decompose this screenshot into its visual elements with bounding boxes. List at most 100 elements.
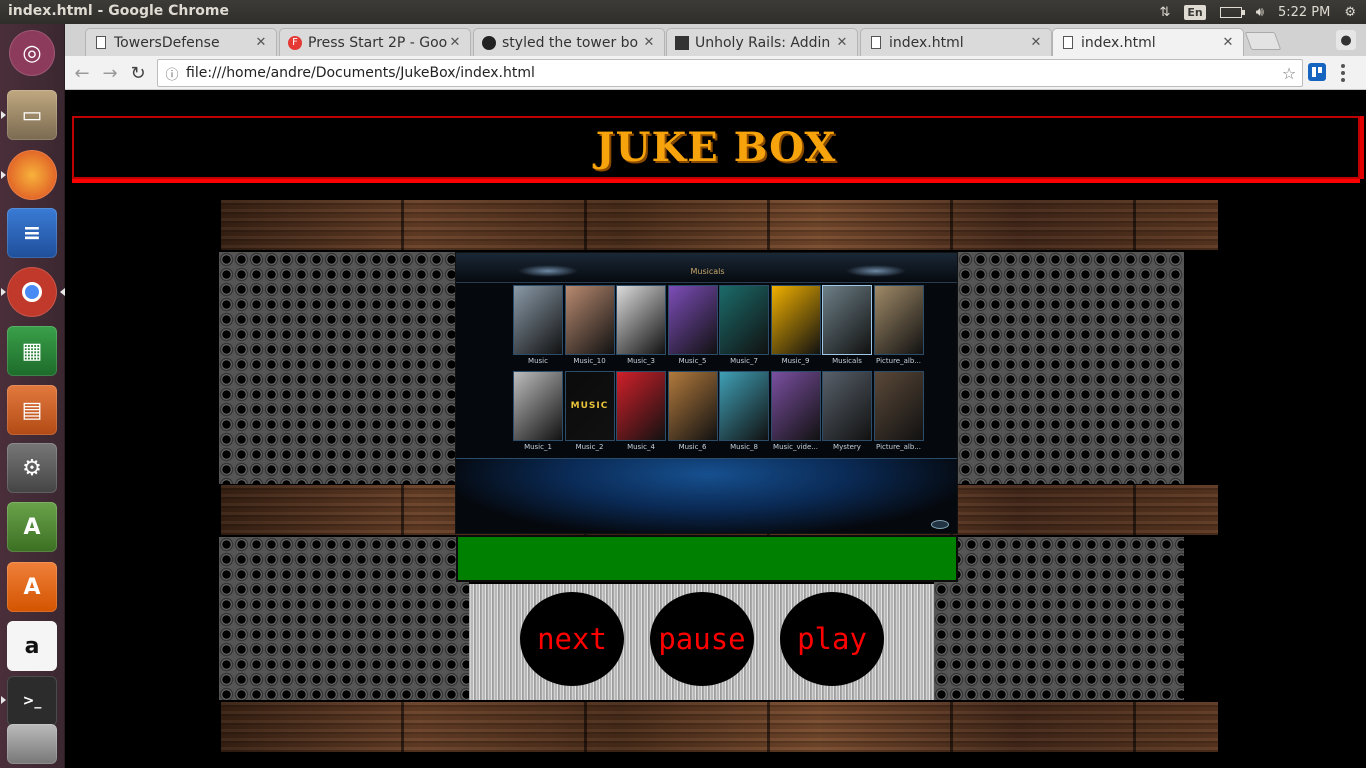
ubuntu-dash-icon[interactable]: ◎ — [9, 30, 55, 76]
chrome-icon[interactable] — [7, 267, 57, 317]
chrome-menu-button[interactable] — [1337, 62, 1349, 84]
forward-button[interactable]: → — [99, 62, 121, 84]
screen-header: Musicals — [456, 253, 957, 283]
play-button[interactable]: play — [780, 592, 884, 686]
running-indicator — [1, 171, 6, 179]
reload-button[interactable]: ↻ — [127, 62, 149, 84]
close-icon[interactable]: ✕ — [1221, 35, 1235, 50]
page-title: JUKE BOX — [595, 124, 837, 171]
speaker-grille-right-top — [958, 252, 1184, 484]
info-icon[interactable]: ⓘ — [158, 64, 186, 83]
tab-unholy-rails[interactable]: Unholy Rails: Addin ✕ — [666, 28, 858, 56]
album-cover — [770, 371, 821, 441]
writer-icon[interactable]: ≡ — [7, 208, 57, 258]
tab-towersdefense[interactable]: TowersDefense ✕ — [85, 28, 277, 56]
github-icon — [482, 35, 496, 50]
album-tile[interactable]: Picture_alb... — [873, 285, 924, 365]
album-cover — [616, 285, 666, 355]
pause-button[interactable]: pause — [650, 592, 754, 686]
album-cover — [513, 371, 563, 441]
document-icon — [1061, 36, 1075, 50]
album-caption: Picture_alb... — [876, 443, 921, 451]
software-updater-icon[interactable]: A — [7, 502, 57, 552]
album-tile[interactable]: Music_4 — [616, 371, 666, 451]
album-tile[interactable]: Music_vide... — [770, 371, 821, 451]
system-tray: ⇅ En 🔊︎ 5:22 PM ⚙ — [1159, 2, 1356, 22]
album-caption: Music_5 — [678, 357, 707, 365]
album-tile[interactable]: Music_3 — [616, 285, 666, 365]
terminal-icon[interactable]: >_ — [7, 676, 57, 726]
album-caption: Music_6 — [678, 443, 707, 451]
album-caption: Music_10 — [573, 357, 606, 365]
tab-index-1[interactable]: index.html ✕ — [860, 28, 1052, 56]
wood-plank-top — [221, 200, 1218, 250]
settings-icon[interactable]: ⚙ — [7, 443, 57, 493]
album-tile[interactable]: Music_6 — [667, 371, 718, 451]
album-tile[interactable]: Music_9 — [770, 285, 821, 365]
album-cover — [822, 285, 872, 355]
url-text[interactable]: file:///home/andre/Documents/JukeBox/ind… — [186, 65, 1276, 81]
speaker-grille-left-bottom — [219, 537, 469, 700]
back-button[interactable]: ← — [71, 62, 93, 84]
document-icon — [94, 36, 108, 50]
album-tile[interactable]: Music_7 — [719, 285, 769, 365]
album-tile[interactable]: Music_5 — [667, 285, 718, 365]
close-icon[interactable]: ✕ — [835, 35, 849, 50]
new-tab-button[interactable] — [1244, 32, 1282, 50]
album-tile[interactable]: Musicals — [822, 285, 872, 365]
power-gear-icon[interactable]: ⚙ — [1344, 5, 1356, 20]
profile-icon[interactable]: ● — [1336, 30, 1356, 50]
trello-extension-icon[interactable] — [1308, 63, 1326, 81]
album-cover — [667, 285, 718, 355]
bookmark-star-icon[interactable]: ☆ — [1276, 64, 1302, 83]
next-button[interactable]: next — [520, 592, 624, 686]
album-tile[interactable]: MUSIC Music_2 — [564, 371, 615, 451]
firefox-icon[interactable] — [7, 150, 57, 200]
album-tile[interactable]: Music_10 — [564, 285, 615, 365]
battery-icon[interactable] — [1219, 6, 1245, 18]
tab-index-active[interactable]: index.html ✕ — [1052, 28, 1244, 56]
network-icon[interactable]: ⇅ — [1159, 5, 1170, 20]
tab-github[interactable]: styled the tower bo ✕ — [473, 28, 665, 56]
album-caption: Picture_alb... — [876, 357, 921, 365]
tab-strip: TowersDefense ✕ F Press Start 2P - Goo ✕… — [65, 24, 1366, 56]
close-icon[interactable]: ✕ — [254, 35, 268, 50]
album-tile[interactable]: Music — [513, 285, 563, 365]
document-icon — [869, 36, 883, 50]
clock[interactable]: 5:22 PM — [1278, 5, 1330, 20]
running-indicator — [1, 288, 6, 296]
amazon-icon[interactable]: a — [7, 621, 57, 671]
close-icon[interactable]: ✕ — [448, 35, 462, 50]
calc-icon[interactable]: ▦ — [7, 326, 57, 376]
album-browser-screen: Musicals Music Music_10 Music_3 Music_5 Musi… — [455, 252, 958, 534]
now-playing-bar — [456, 535, 958, 582]
unity-launcher: ◎ ▭ ≡ ▦ ▤ ⚙ A A a >_ — [0, 24, 65, 768]
album-tile[interactable]: Music_1 — [513, 371, 563, 451]
close-icon[interactable]: ✕ — [642, 35, 656, 50]
album-tile[interactable]: Picture_alb... — [873, 371, 924, 451]
top-panel: index.html - Google Chrome ⇅ En 🔊︎ 5:22 … — [0, 0, 1366, 24]
album-cover: MUSIC — [564, 371, 615, 441]
album-cover-text: MUSIC — [570, 401, 609, 411]
keyboard-layout-indicator[interactable]: En — [1184, 4, 1206, 20]
close-icon[interactable]: ✕ — [1029, 35, 1043, 50]
tab-press-start[interactable]: F Press Start 2P - Goo ✕ — [279, 28, 471, 56]
album-caption: Music_vide... — [773, 443, 818, 451]
album-caption: Music — [528, 357, 548, 365]
address-bar[interactable]: ⓘ file:///home/andre/Documents/JukeBox/i… — [157, 59, 1303, 87]
album-tile[interactable]: Music_8 — [719, 371, 769, 451]
screen-heading: Musicals — [690, 267, 725, 276]
controls-panel: next pause play — [469, 584, 934, 700]
album-caption: Music_1 — [524, 443, 552, 451]
ubuntu-software-icon[interactable]: A — [7, 562, 57, 612]
impress-icon[interactable]: ▤ — [7, 385, 57, 435]
album-cover — [616, 371, 666, 441]
fonts-icon: F — [288, 35, 302, 50]
files-icon[interactable]: ▭ — [7, 90, 57, 140]
volume-icon[interactable]: 🔊︎ — [1256, 5, 1264, 20]
trash-icon[interactable] — [7, 724, 57, 764]
browser-toolbar: ← → ↻ ⓘ file:///home/andre/Documents/Juk… — [65, 56, 1366, 90]
album-cover — [667, 371, 718, 441]
album-caption: Mystery — [833, 443, 861, 451]
album-tile[interactable]: Mystery — [822, 371, 872, 451]
